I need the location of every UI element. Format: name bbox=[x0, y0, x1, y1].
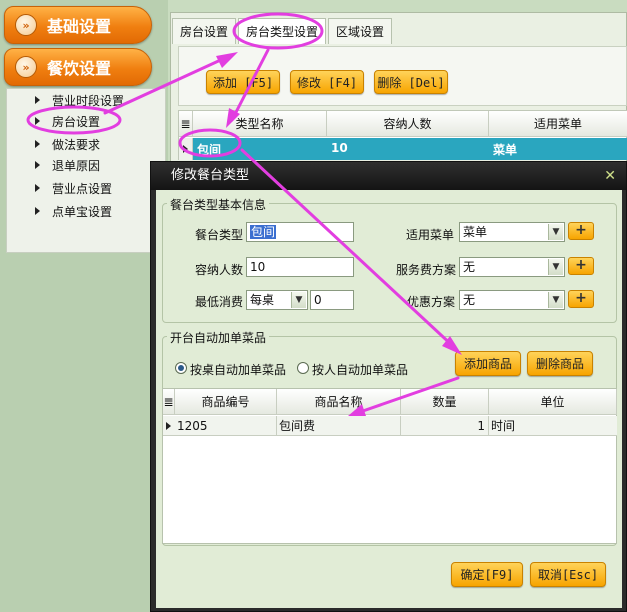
sidebar-item-label: 退单原因 bbox=[52, 158, 101, 173]
auto-add-group-label: 开台自动加单菜品 bbox=[167, 329, 270, 346]
cell-item-name: 包间费 bbox=[277, 416, 401, 436]
close-icon[interactable]: ✕ bbox=[604, 168, 616, 184]
chevron-down-icon[interactable]: ▼ bbox=[548, 224, 563, 240]
add-button[interactable]: 添加 [F5] bbox=[206, 70, 280, 94]
tab-bar: 房台设置 房台类型设置 区域设置 bbox=[172, 18, 394, 44]
radio-by-person[interactable] bbox=[297, 362, 309, 374]
sidebar-item-label: 营业时段设置 bbox=[52, 93, 125, 108]
sidebar-item-label: 房台设置 bbox=[52, 114, 101, 129]
row-indicator bbox=[179, 138, 193, 160]
column-header-quantity[interactable]: 数量 bbox=[401, 389, 489, 415]
sidebar-item-return-reasons[interactable]: 退单原因 bbox=[7, 154, 100, 176]
type-input[interactable]: 包间 bbox=[246, 222, 354, 242]
min-consumption-mode-select[interactable]: 每桌 ▼ bbox=[246, 290, 308, 310]
min-consumption-input[interactable]: 0 bbox=[310, 290, 354, 310]
double-chevron-right-icon: » bbox=[15, 56, 37, 78]
tab-table-type-settings[interactable]: 房台类型设置 bbox=[238, 18, 327, 44]
cell-item-code: 1205 bbox=[175, 416, 277, 436]
discount-value: 无 bbox=[463, 293, 476, 307]
ok-button[interactable]: 确定[F9] bbox=[451, 562, 523, 587]
double-chevron-right-icon: » bbox=[15, 14, 37, 36]
delete-button[interactable]: 删除 [Del] bbox=[374, 70, 448, 94]
type-input-value: 包间 bbox=[250, 225, 277, 239]
triangle-right-icon bbox=[35, 161, 40, 169]
column-header-type-name[interactable]: 类型名称 bbox=[193, 111, 327, 137]
triangle-right-icon bbox=[35, 117, 40, 125]
basic-info-group-label: 餐台类型基本信息 bbox=[167, 196, 270, 213]
cell-type-name: 包间 bbox=[197, 143, 222, 157]
radio-by-table[interactable] bbox=[175, 362, 187, 374]
sidebar-item-label: 做法要求 bbox=[52, 137, 101, 152]
nav-section-label: 基础设置 bbox=[47, 17, 112, 36]
service-fee-value: 无 bbox=[463, 260, 476, 274]
column-header-capacity[interactable]: 容纳人数 bbox=[327, 111, 489, 137]
column-header-item-code[interactable]: 商品编号 bbox=[175, 389, 277, 415]
sidebar-item-cooking-requirements[interactable]: 做法要求 bbox=[7, 133, 100, 155]
table-type-grid: ≣ 类型名称 容纳人数 适用菜单 包间 10 菜单 bbox=[178, 110, 627, 160]
chevron-down-icon[interactable]: ▼ bbox=[548, 292, 563, 308]
menu-select[interactable]: 菜单 ▼ bbox=[459, 222, 565, 242]
sidebar-item-label: 点单宝设置 bbox=[52, 204, 113, 219]
table-row[interactable]: 包间 10 菜单 bbox=[193, 138, 627, 160]
chevron-down-icon[interactable]: ▼ bbox=[548, 259, 563, 275]
menu-select-value: 菜单 bbox=[463, 225, 488, 239]
triangle-right-icon bbox=[35, 140, 40, 148]
add-menu-button[interactable]: + bbox=[568, 222, 594, 240]
menu-label: 适用菜单 bbox=[406, 228, 455, 242]
column-header-menu[interactable]: 适用菜单 bbox=[489, 111, 627, 137]
cell-quantity: 1 bbox=[401, 416, 489, 436]
delete-item-button[interactable]: 删除商品 bbox=[527, 351, 593, 376]
min-mode-value: 每桌 bbox=[250, 293, 275, 307]
chevron-down-icon[interactable]: ▼ bbox=[291, 292, 306, 308]
triangle-right-icon bbox=[35, 207, 40, 215]
auto-items-grid: ≣ 商品编号 商品名称 数量 单位 1205 包间费 1 时间 bbox=[162, 388, 617, 544]
column-header-unit[interactable]: 单位 bbox=[489, 389, 617, 415]
sidebar-item-table-settings[interactable]: 房台设置 bbox=[7, 110, 100, 132]
cancel-button[interactable]: 取消[Esc] bbox=[530, 562, 606, 587]
grid-menu-icon[interactable]: ≣ bbox=[179, 111, 193, 137]
cell-menu: 菜单 bbox=[493, 143, 518, 157]
sidebar-item-business-point[interactable]: 营业点设置 bbox=[7, 177, 112, 199]
add-discount-button[interactable]: + bbox=[568, 290, 594, 308]
sidebar-item-business-hours[interactable]: 营业时段设置 bbox=[7, 89, 124, 111]
service-fee-select[interactable]: 无 ▼ bbox=[459, 257, 565, 277]
nav-section-basic-settings[interactable]: » 基础设置 bbox=[4, 6, 152, 44]
cell-unit: 时间 bbox=[491, 419, 516, 433]
type-label: 餐台类型 bbox=[195, 228, 244, 242]
capacity-input[interactable]: 10 bbox=[246, 257, 354, 277]
column-header-item-name[interactable]: 商品名称 bbox=[277, 389, 401, 415]
triangle-right-icon bbox=[35, 96, 40, 104]
tab-table-settings[interactable]: 房台设置 bbox=[172, 18, 237, 44]
cell-capacity: 10 bbox=[331, 141, 348, 155]
edit-button[interactable]: 修改 [F4] bbox=[290, 70, 364, 94]
grid-menu-icon[interactable]: ≣ bbox=[163, 389, 175, 415]
radio-by-person-label: 按人自动加单菜品 bbox=[312, 363, 409, 377]
discount-select[interactable]: 无 ▼ bbox=[459, 290, 565, 310]
triangle-right-icon bbox=[35, 184, 40, 192]
row-pointer-icon bbox=[166, 422, 171, 430]
add-item-button[interactable]: 添加商品 bbox=[455, 351, 521, 376]
dialog-title: 修改餐台类型 bbox=[151, 162, 626, 190]
catering-submenu: 营业时段设置 房台设置 做法要求 退单原因 营业点设置 点单宝设置 bbox=[6, 88, 166, 253]
nav-section-label: 餐饮设置 bbox=[47, 59, 112, 78]
capacity-label: 容纳人数 bbox=[195, 263, 244, 277]
service-fee-label: 服务费方案 bbox=[396, 263, 457, 277]
sidebar-item-label: 营业点设置 bbox=[52, 181, 113, 196]
sidebar-item-order-treasure[interactable]: 点单宝设置 bbox=[7, 200, 112, 222]
table-row[interactable]: 1205 包间费 1 时间 bbox=[163, 416, 617, 436]
add-service-fee-button[interactable]: + bbox=[568, 257, 594, 275]
tab-area-settings[interactable]: 区域设置 bbox=[328, 18, 393, 44]
row-pointer-icon bbox=[183, 145, 188, 153]
min-consumption-label: 最低消费 bbox=[195, 295, 244, 309]
nav-section-catering-settings[interactable]: » 餐饮设置 bbox=[4, 48, 152, 86]
discount-label: 优惠方案 bbox=[407, 295, 456, 309]
radio-by-table-label: 按桌自动加单菜品 bbox=[190, 363, 287, 377]
